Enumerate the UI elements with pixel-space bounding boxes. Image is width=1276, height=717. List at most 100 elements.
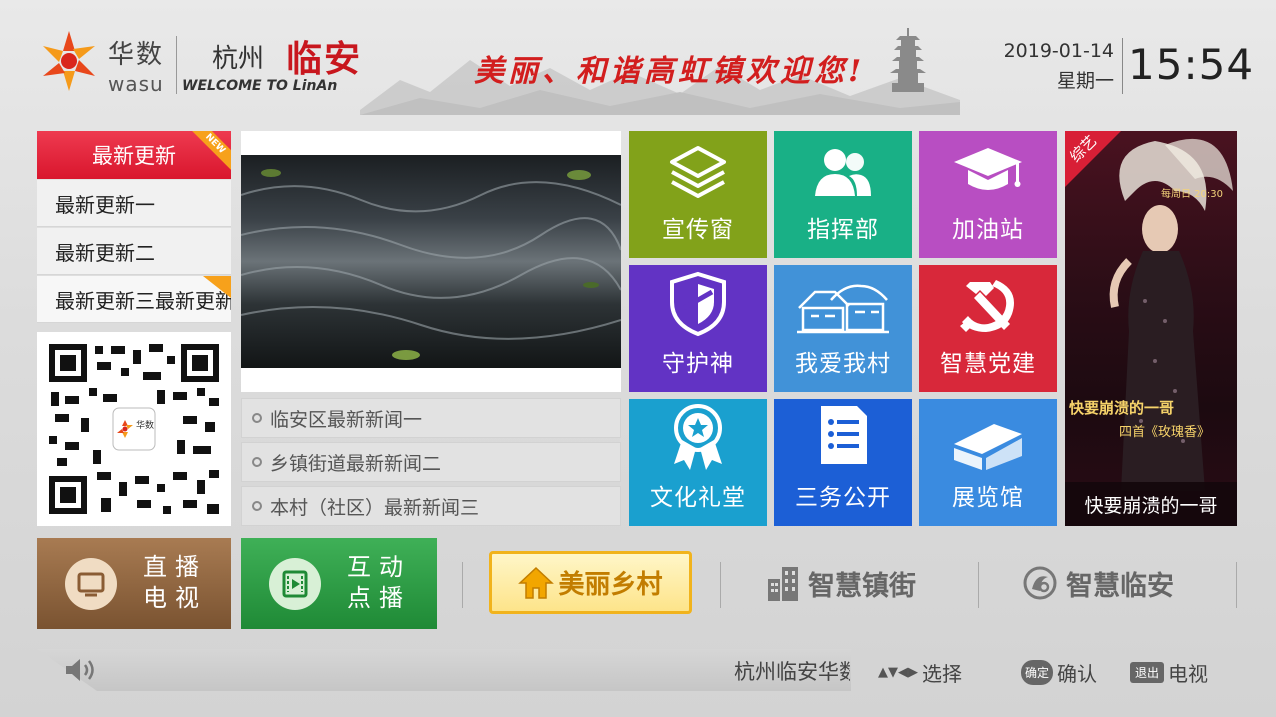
tile-label: 宣传窗 bbox=[662, 217, 734, 243]
svg-text:华数: 华数 bbox=[136, 419, 154, 431]
hint-ok-label: 确认 bbox=[1057, 662, 1098, 686]
vod-button[interactable]: 互动 点播 bbox=[241, 538, 437, 629]
smart-town-tab[interactable]: 智慧镇街 bbox=[766, 555, 916, 611]
pagoda-icon bbox=[890, 28, 926, 92]
news-title: 乡镇街道最新新闻二 bbox=[270, 452, 442, 475]
bullet-icon bbox=[252, 413, 262, 423]
document-list-icon bbox=[821, 406, 867, 464]
hint-ok: 确定 确认 bbox=[1021, 658, 1097, 687]
hint-exit: 退出 电视 bbox=[1130, 658, 1208, 687]
tile-gas-station[interactable]: 加油站 bbox=[919, 131, 1057, 258]
poster-caption: 快要崩溃的一哥 bbox=[1065, 482, 1237, 526]
vod-line1: 互动 bbox=[347, 553, 411, 581]
film-play-icon bbox=[269, 558, 321, 610]
vod-line2: 点播 bbox=[347, 584, 411, 612]
tile-label: 我爱我村 bbox=[795, 351, 891, 377]
latest-updates-title: 最新更新 bbox=[92, 144, 176, 168]
live-tv-label: 直播 电视 bbox=[143, 552, 207, 614]
tile-exhibition-hall[interactable]: 展览馆 bbox=[919, 399, 1057, 526]
qr-code: 华数 bbox=[37, 332, 231, 526]
divider bbox=[1122, 38, 1123, 94]
clock: 15:54 bbox=[1128, 40, 1255, 89]
latest-item[interactable]: 最新更新三最新更新 bbox=[37, 276, 231, 323]
speaker-icon bbox=[66, 659, 94, 681]
news-item[interactable]: 本村（社区）最新新闻三 bbox=[241, 486, 621, 526]
welcome-text: WELCOME TO LinAn bbox=[182, 78, 338, 94]
date: 2019-01-14 bbox=[1003, 40, 1114, 62]
tile-label: 加油站 bbox=[952, 217, 1024, 243]
hint-select-label: 选择 bbox=[922, 662, 962, 686]
weekday: 星期一 bbox=[1056, 70, 1114, 92]
news-title: 临安区最新新闻一 bbox=[270, 408, 423, 431]
new-badge: NEW bbox=[188, 131, 231, 171]
building-icon bbox=[954, 424, 1022, 470]
home-icon bbox=[518, 566, 555, 599]
linan-emblem-icon bbox=[1023, 566, 1057, 600]
tile-label: 三务公开 bbox=[795, 485, 891, 511]
exit-button-icon: 退出 bbox=[1130, 662, 1165, 683]
tile-my-village[interactable]: 我爱我村 bbox=[774, 265, 912, 392]
header: 华数 wasu 杭州 临安 WELCOME TO LinAn 美丽、和谐高虹镇欢… bbox=[0, 0, 1276, 118]
video-player[interactable] bbox=[241, 155, 621, 368]
tile-label: 文化礼堂 bbox=[650, 485, 746, 511]
village-icon bbox=[797, 284, 889, 334]
tile-label: 守护神 bbox=[662, 351, 734, 377]
airtime: 每周日 20:30 bbox=[1161, 189, 1223, 200]
tile-smart-party[interactable]: 智慧党建 bbox=[919, 265, 1057, 392]
featured-show-poster[interactable]: 每周日 20:30 快要崩溃的一哥 四首《玫瑰香》 bbox=[1065, 131, 1237, 526]
home-tab-label: 美丽乡村 bbox=[558, 570, 663, 600]
latest-item[interactable]: 最新更新一 bbox=[37, 180, 231, 227]
ok-button-icon: 确定 bbox=[1021, 660, 1054, 685]
city-name: 杭州 bbox=[212, 44, 265, 74]
tile-label: 展览馆 bbox=[952, 485, 1024, 511]
bullet-icon bbox=[252, 501, 262, 511]
hint-select: ▲▼◀▶ 选择 bbox=[878, 658, 962, 687]
latest-item[interactable]: 最新更新二 bbox=[37, 228, 231, 275]
buildings-icon bbox=[768, 567, 798, 601]
wasu-logo-icon bbox=[43, 31, 95, 91]
smart-linan-label: 智慧临安 bbox=[1066, 570, 1174, 602]
shield-icon bbox=[670, 271, 726, 337]
ticker-text: 杭州临安华数欢迎您 bbox=[734, 660, 850, 684]
video-frame-image bbox=[241, 169, 621, 360]
hammer-sickle-icon bbox=[960, 280, 1014, 332]
news-title: 本村（社区）最新新闻三 bbox=[270, 496, 480, 519]
tile-propaganda[interactable]: 宣传窗 bbox=[629, 131, 767, 258]
city-accent: 临安 bbox=[286, 38, 363, 80]
arrow-keys-icon: ▲▼◀▶ bbox=[878, 665, 918, 680]
divider bbox=[978, 562, 979, 608]
users-icon bbox=[815, 149, 871, 196]
smart-linan-tab[interactable]: 智慧临安 bbox=[1022, 555, 1174, 611]
tile-public-affairs[interactable]: 三务公开 bbox=[774, 399, 912, 526]
new-corner-icon bbox=[203, 276, 231, 298]
tile-culture-hall[interactable]: 文化礼堂 bbox=[629, 399, 767, 526]
tile-guardian[interactable]: 守护神 bbox=[629, 265, 767, 392]
hint-tv-label: 电视 bbox=[1168, 662, 1209, 686]
live-tv-line1: 直播 bbox=[143, 553, 207, 581]
divider bbox=[1236, 562, 1237, 608]
news-item[interactable]: 乡镇街道最新新闻二 bbox=[241, 442, 621, 482]
divider bbox=[720, 562, 721, 608]
award-ribbon-icon bbox=[674, 404, 722, 470]
news-item[interactable]: 临安区最新新闻一 bbox=[241, 398, 621, 438]
poster-title: 快要崩溃的一哥 bbox=[1069, 399, 1175, 417]
slogan: 美丽、和谐高虹镇欢迎您! bbox=[474, 54, 866, 89]
beautiful-village-tab[interactable]: 美丽乡村 bbox=[489, 551, 692, 614]
qr-code-icon: 华数 bbox=[37, 332, 231, 526]
layers-icon bbox=[670, 146, 726, 198]
bullet-icon bbox=[252, 457, 262, 467]
logo-chinese: 华数 bbox=[108, 40, 165, 70]
divider bbox=[176, 36, 177, 94]
tile-label: 智慧党建 bbox=[940, 351, 1036, 377]
latest-updates-header[interactable]: 最新更新 NEW bbox=[37, 131, 231, 179]
live-tv-line2: 电视 bbox=[143, 584, 207, 612]
live-tv-button[interactable]: 直播 电视 bbox=[37, 538, 231, 629]
tile-command[interactable]: 指挥部 bbox=[774, 131, 912, 258]
news-ticker bbox=[37, 649, 851, 691]
tile-label: 指挥部 bbox=[807, 217, 879, 243]
divider bbox=[462, 562, 463, 608]
logo-english: wasu bbox=[108, 72, 164, 96]
poster-subtitle: 四首《玫瑰香》 bbox=[1119, 425, 1211, 440]
graduation-cap-icon bbox=[954, 148, 1022, 190]
smart-town-label: 智慧镇街 bbox=[808, 570, 916, 602]
